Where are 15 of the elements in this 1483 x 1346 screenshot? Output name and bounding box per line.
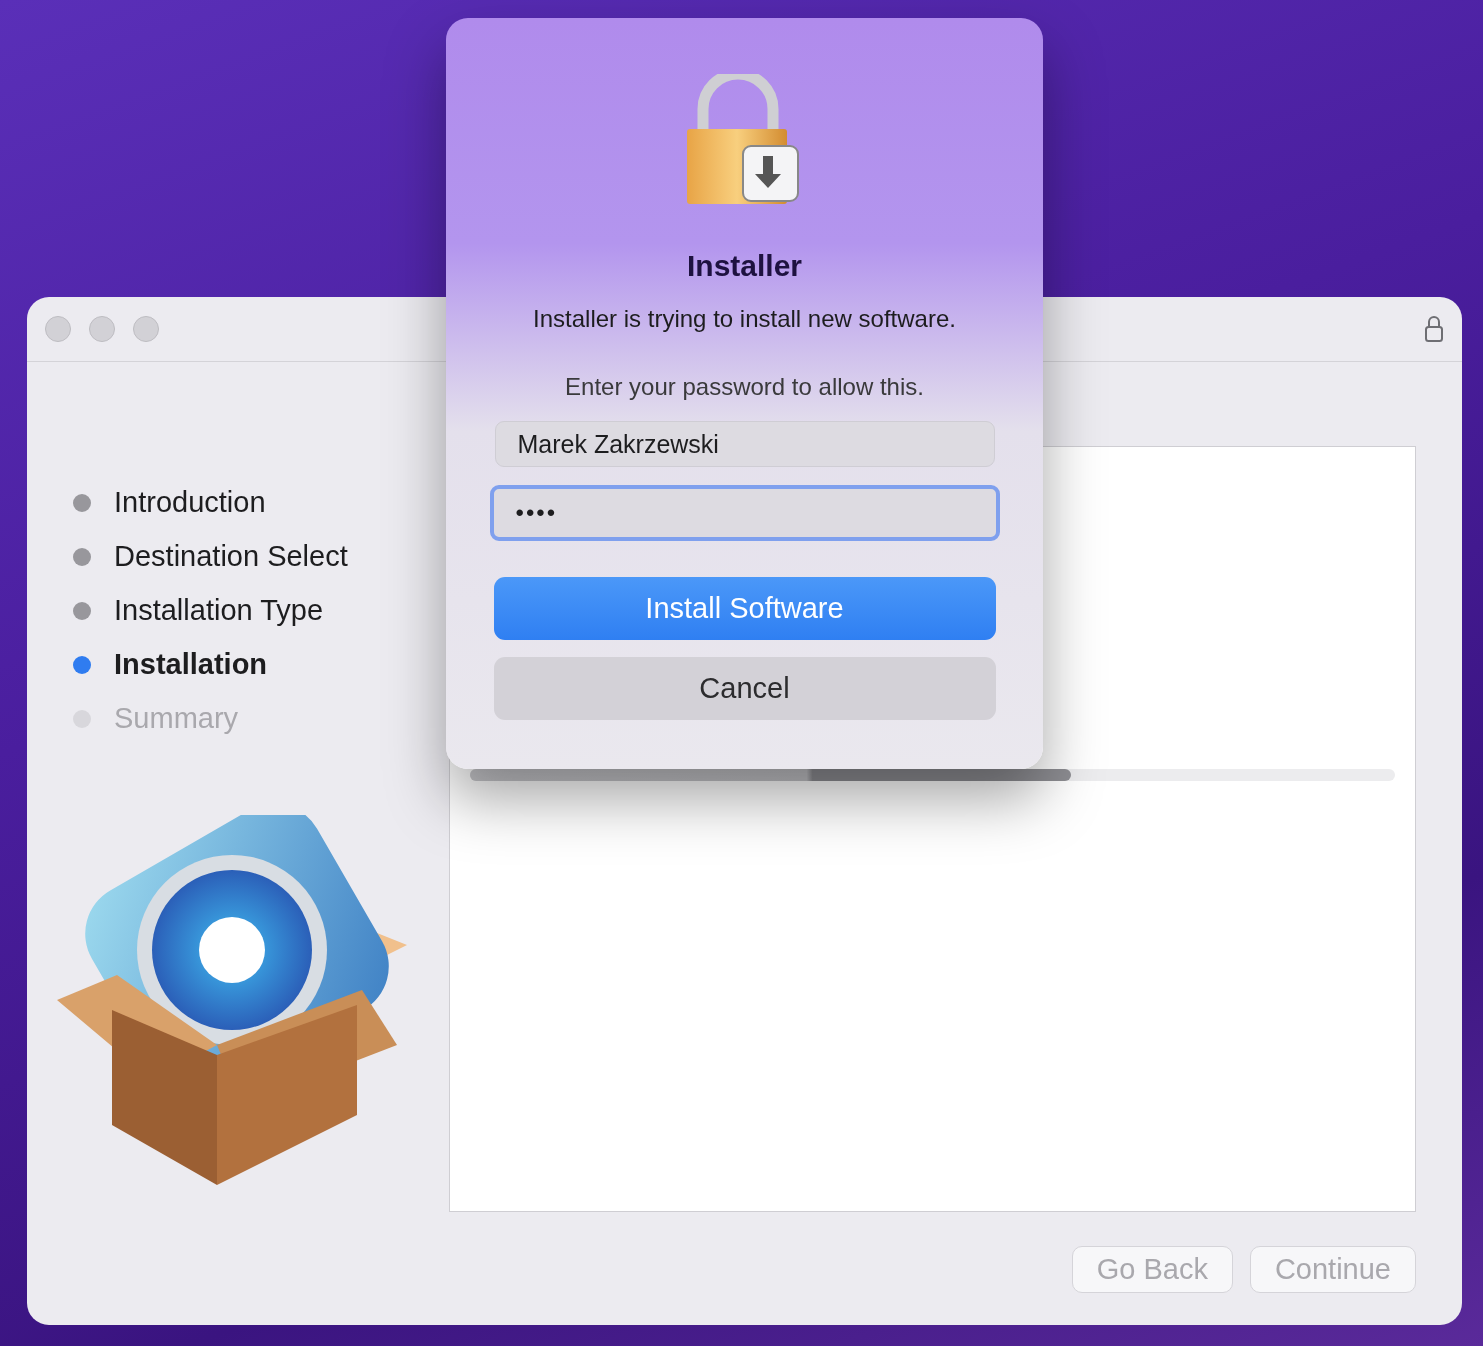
padlock-icon	[1424, 315, 1444, 343]
username-field[interactable]: Marek Zakrzewski	[494, 421, 995, 467]
zoom-button[interactable]	[133, 316, 159, 342]
dialog-prompt: Enter your password to allow this.	[565, 373, 924, 401]
dialog-message: Installer is trying to install new software.	[533, 305, 956, 333]
step-label: Summary	[114, 702, 239, 735]
step-label: Installation	[114, 648, 268, 681]
step-label: Destination Select	[114, 540, 348, 573]
step-label: Installation Type	[114, 594, 324, 627]
dialog-button[interactable]: Cancel	[493, 657, 996, 720]
minimize-button[interactable]	[89, 316, 115, 342]
close-button[interactable]	[45, 316, 71, 342]
password-field[interactable]: ••••	[489, 485, 1000, 541]
step-label: Introduction	[114, 486, 266, 519]
dialog-title: Installer	[686, 249, 803, 283]
